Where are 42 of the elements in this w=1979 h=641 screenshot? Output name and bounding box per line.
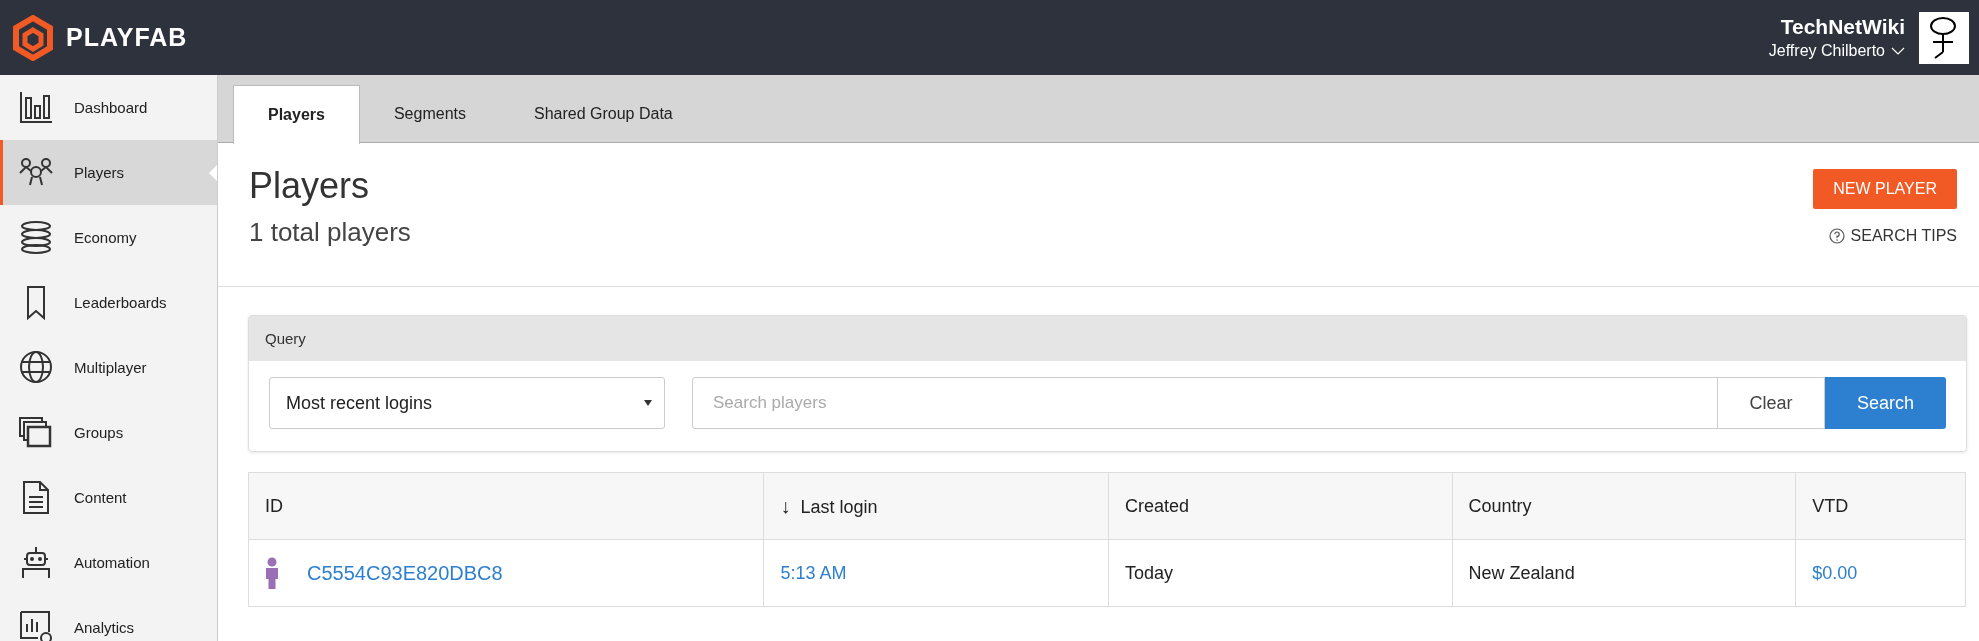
tab[interactable]: Segments: [359, 85, 500, 143]
tab[interactable]: Shared Group Data: [500, 85, 707, 143]
sort-dropdown[interactable]: Most recent logins: [269, 377, 665, 429]
caret-icon: [644, 400, 652, 406]
logo-text: PLAYFAB: [66, 23, 188, 52]
person-icon: [265, 557, 279, 589]
sidebar-item[interactable]: Leaderboards: [0, 270, 217, 335]
sidebar-item-icon: [18, 609, 54, 641]
playfab-logo-icon: [12, 14, 54, 61]
column-header[interactable]: VTD: [1795, 472, 1966, 540]
studio-name: TechNetWiki: [1780, 15, 1905, 39]
sidebar-item-icon: [18, 219, 54, 256]
column-header[interactable]: Country: [1452, 472, 1796, 540]
sidebar-item[interactable]: Players: [0, 140, 217, 205]
last-login-link[interactable]: 5:13 AM: [763, 539, 1109, 607]
clear-button[interactable]: Clear: [1718, 377, 1825, 429]
page-title: Players: [249, 165, 371, 207]
column-header[interactable]: Created: [1108, 472, 1453, 540]
table-cell: New Zealand: [1452, 539, 1796, 607]
player-id-link[interactable]: C5554C93E820DBC8: [307, 561, 503, 585]
sidebar-item-icon: [18, 89, 54, 126]
tab[interactable]: Players: [233, 85, 360, 144]
sidebar-item[interactable]: Multiplayer: [0, 335, 217, 400]
search-field[interactable]: Search players: [692, 377, 1718, 429]
sidebar-item[interactable]: Analytics: [0, 595, 217, 641]
chevron-down-icon[interactable]: [1891, 46, 1905, 56]
search-tips-link[interactable]: SEARCH TIPS: [1850, 227, 1957, 245]
column-header[interactable]: ID: [248, 472, 764, 540]
sidebar-item[interactable]: Groups: [0, 400, 217, 465]
sidebar-item[interactable]: Economy: [0, 205, 217, 270]
sidebar-item-icon: [18, 349, 54, 386]
query-title: Query: [265, 330, 306, 347]
sidebar-item[interactable]: Dashboard: [0, 75, 217, 140]
table-cell: Today: [1108, 539, 1453, 607]
player-count: 1 total players: [249, 217, 412, 248]
help-icon[interactable]: [1828, 228, 1845, 244]
user-name[interactable]: Jeffrey Chilberto: [1768, 42, 1885, 60]
vtd-link[interactable]: $0.00: [1795, 539, 1966, 607]
sidebar-item[interactable]: Content: [0, 465, 217, 530]
search-button[interactable]: Search: [1825, 377, 1946, 429]
sidebar-item[interactable]: Automation: [0, 530, 217, 595]
column-header[interactable]: ↓ Last login: [763, 472, 1109, 540]
